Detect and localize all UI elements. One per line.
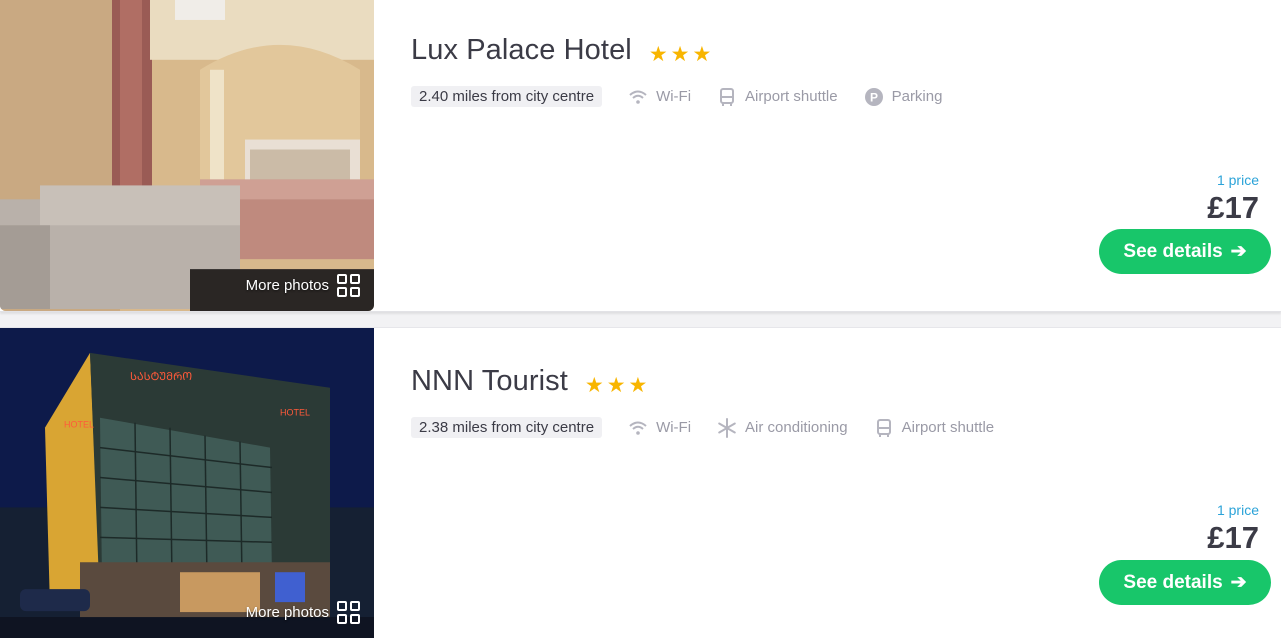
- star-icon: ★: [584, 374, 604, 397]
- distance-badge: 2.40 miles from city centre: [411, 86, 603, 107]
- more-photos-button[interactable]: More photos: [246, 601, 360, 624]
- hotel-name[interactable]: Lux Palace Hotel: [411, 34, 632, 67]
- price-block: 1 price £17: [1207, 502, 1259, 556]
- star-icon: ★: [648, 43, 668, 66]
- star-rating: ★ ★ ★: [649, 44, 711, 65]
- see-details-label: See details: [1123, 571, 1223, 593]
- amenity-parking: P Parking: [864, 87, 943, 107]
- hotel-card[interactable]: ᲡᲐᲡᲢᲣᲛᲠᲝ HOTEL HOTEL More photos NNN Tou…: [0, 327, 1281, 638]
- see-details-button[interactable]: See details ➔: [1099, 560, 1271, 605]
- hotel-info: NNN Tourist ★ ★ ★ 2.38 miles from city c…: [374, 328, 1281, 638]
- more-photos-label: More photos: [245, 604, 329, 621]
- see-details-label: See details: [1123, 240, 1223, 262]
- amenity-label: Airport shuttle: [901, 419, 995, 436]
- amenity-label: Air conditioning: [745, 419, 848, 436]
- bus-icon: [720, 87, 735, 106]
- hotel-room-image: [0, 0, 374, 311]
- amenity-air-conditioning: Air conditioning: [717, 417, 848, 438]
- svg-text:HOTEL: HOTEL: [280, 408, 310, 418]
- see-details-button[interactable]: See details ➔: [1099, 229, 1271, 274]
- amenity-label: Wi-Fi: [656, 88, 692, 105]
- snowflake-icon: [718, 417, 736, 438]
- hotel-building-image: ᲡᲐᲡᲢᲣᲛᲠᲝ HOTEL HOTEL: [0, 328, 374, 638]
- star-icon: ★: [628, 374, 648, 397]
- star-icon: ★: [606, 374, 626, 397]
- price-value: £17: [1207, 190, 1259, 225]
- arrow-right-icon: ➔: [1230, 241, 1247, 262]
- price-block: 1 price £17: [1207, 172, 1259, 226]
- distance-badge: 2.38 miles from city centre: [411, 417, 603, 438]
- gallery-grid-icon: [337, 274, 360, 297]
- parking-icon: P: [864, 87, 883, 106]
- amenity-airport-shuttle: Airport shuttle: [874, 418, 995, 438]
- meta-row: 2.40 miles from city centre Wi-Fi Airpor…: [411, 86, 942, 107]
- wifi-icon: [629, 90, 647, 104]
- arrow-right-icon: ➔: [1230, 572, 1247, 593]
- meta-row: 2.38 miles from city centre Wi-Fi Air co…: [411, 417, 994, 438]
- amenity-wifi: Wi-Fi: [628, 87, 691, 107]
- bus-icon: [876, 418, 891, 437]
- title-row: Lux Palace Hotel ★ ★ ★: [411, 34, 711, 67]
- star-icon: ★: [692, 43, 712, 66]
- price-count[interactable]: 1 price: [1207, 502, 1259, 518]
- hotel-photo[interactable]: More photos: [0, 0, 374, 311]
- price-value: £17: [1207, 520, 1259, 555]
- hotel-info: Lux Palace Hotel ★ ★ ★ 2.40 miles from c…: [374, 0, 1281, 311]
- hotel-results-list: More photos Lux Palace Hotel ★ ★ ★ 2.40 …: [0, 0, 1281, 638]
- more-photos-button[interactable]: More photos: [246, 274, 360, 297]
- more-photos-label: More photos: [245, 277, 329, 294]
- gallery-grid-icon: [337, 601, 360, 624]
- svg-text:ᲡᲐᲡᲢᲣᲛᲠᲝ: ᲡᲐᲡᲢᲣᲛᲠᲝ: [130, 371, 192, 383]
- amenity-label: Parking: [891, 88, 943, 105]
- amenity-label: Wi-Fi: [656, 419, 692, 436]
- hotel-photo[interactable]: ᲡᲐᲡᲢᲣᲛᲠᲝ HOTEL HOTEL More photos: [0, 328, 374, 638]
- title-row: NNN Tourist ★ ★ ★: [411, 365, 647, 398]
- svg-text:HOTEL: HOTEL: [64, 420, 94, 430]
- amenity-wifi: Wi-Fi: [628, 418, 691, 438]
- svg-text:P: P: [870, 90, 878, 104]
- star-icon: ★: [670, 43, 690, 66]
- amenity-label: Airport shuttle: [745, 88, 838, 105]
- hotel-card[interactable]: More photos Lux Palace Hotel ★ ★ ★ 2.40 …: [0, 0, 1281, 312]
- hotel-name[interactable]: NNN Tourist: [411, 365, 568, 398]
- amenity-airport-shuttle: Airport shuttle: [717, 87, 838, 107]
- price-count[interactable]: 1 price: [1207, 172, 1259, 188]
- wifi-icon: [629, 421, 647, 435]
- star-rating: ★ ★ ★: [585, 375, 647, 396]
